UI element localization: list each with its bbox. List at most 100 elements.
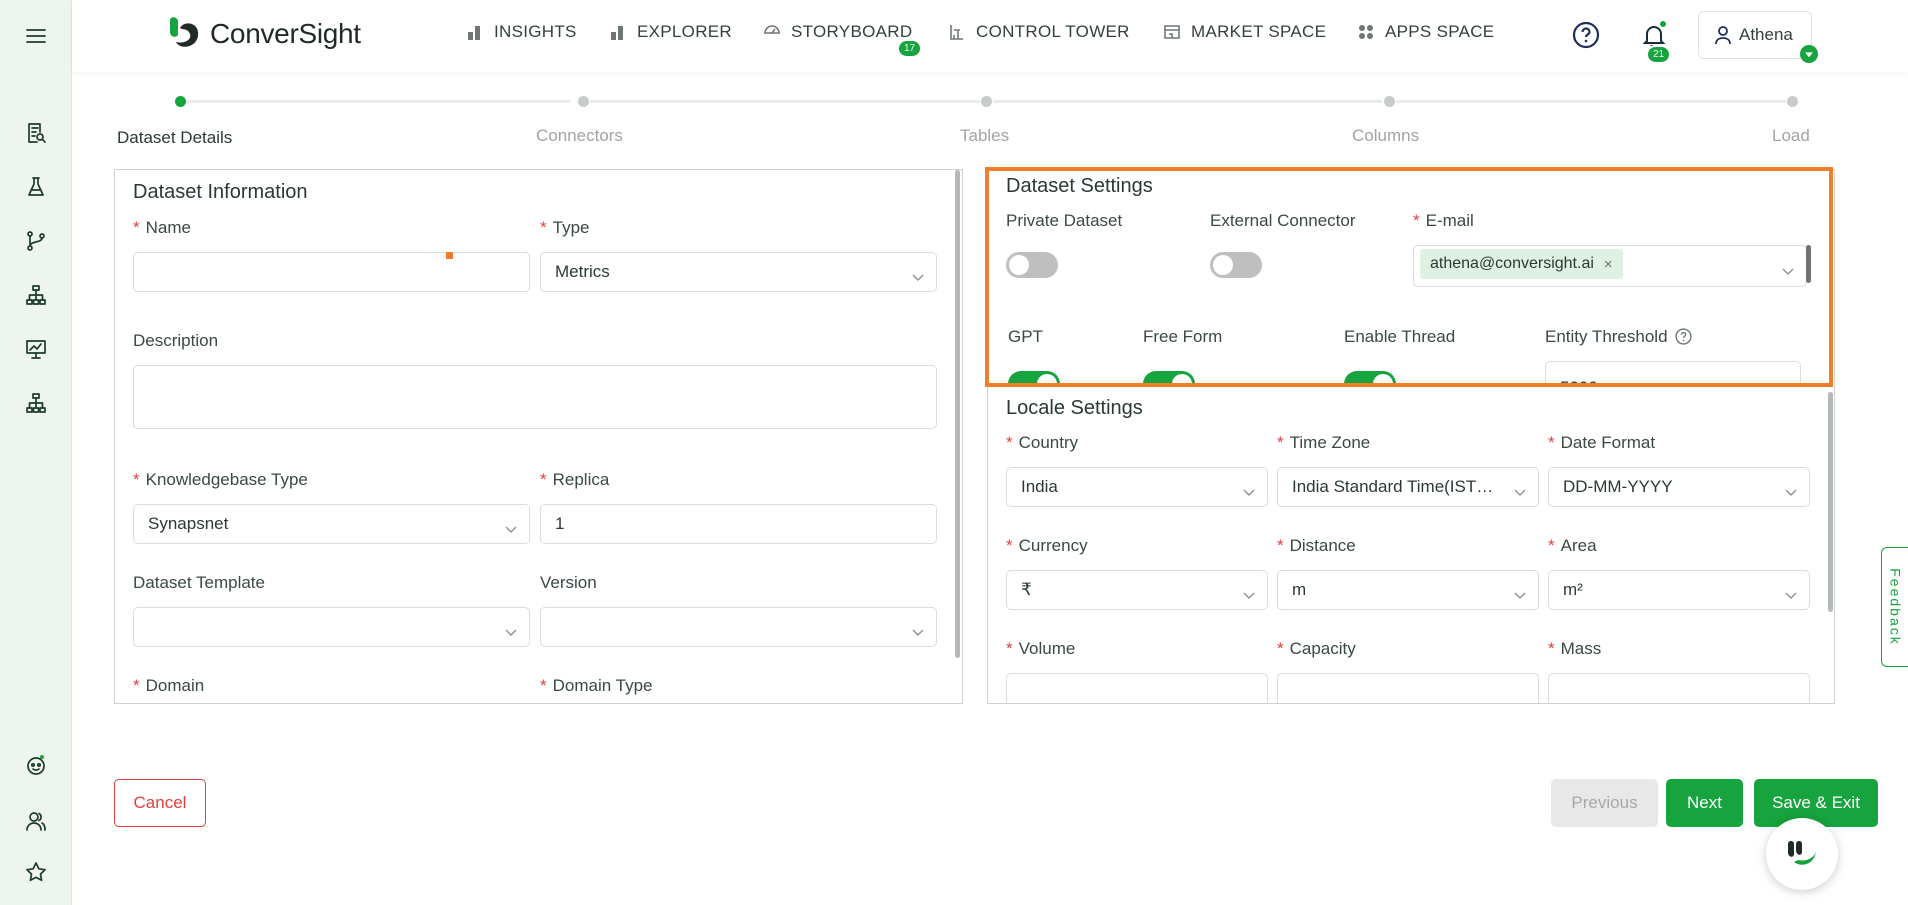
area-value: m² bbox=[1563, 580, 1583, 599]
star-icon[interactable] bbox=[22, 858, 50, 886]
nav-market-space[interactable]: MARKET SPACE bbox=[1163, 22, 1326, 42]
step-label-connectors[interactable]: Connectors bbox=[536, 126, 623, 146]
org-chart-icon[interactable] bbox=[22, 389, 50, 417]
chevron-down-icon bbox=[1785, 585, 1797, 599]
kb-type-label: * Knowledgebase Type bbox=[133, 470, 308, 490]
volume-label: * Volume bbox=[1006, 639, 1075, 659]
nav-explorer[interactable]: EXPLORER bbox=[609, 22, 732, 42]
chevron-down-icon bbox=[912, 622, 924, 636]
dropdown-caret-icon bbox=[1800, 45, 1818, 63]
step-label-tables[interactable]: Tables bbox=[960, 126, 1009, 146]
top-navigation-bar: ConverSight INSIGHTS EXPLORER STORYBOARD… bbox=[72, 0, 1908, 72]
remove-chip-icon[interactable]: × bbox=[1604, 256, 1613, 273]
email-list-scrollbar[interactable] bbox=[1806, 245, 1811, 283]
step-label-dataset-details[interactable]: Dataset Details bbox=[117, 128, 232, 148]
hamburger-menu-icon[interactable] bbox=[22, 22, 50, 50]
name-label: * Name bbox=[133, 218, 191, 238]
users-icon[interactable] bbox=[22, 807, 50, 835]
step-dot-load[interactable] bbox=[1787, 96, 1798, 107]
required-marker: * bbox=[540, 470, 547, 489]
required-marker: * bbox=[1277, 536, 1284, 555]
email-label: * E-mail bbox=[1413, 211, 1474, 231]
type-select[interactable]: Metrics bbox=[540, 252, 937, 292]
feedback-label: Feedback bbox=[1887, 568, 1904, 646]
gpt-label: GPT bbox=[1008, 327, 1043, 346]
capacity-select[interactable] bbox=[1277, 673, 1539, 703]
step-dot-tables[interactable] bbox=[981, 96, 992, 107]
branch-icon[interactable] bbox=[22, 227, 50, 255]
cancel-button[interactable]: Cancel bbox=[114, 779, 206, 827]
hierarchy-icon[interactable] bbox=[22, 281, 50, 309]
knowledgebase-type-select[interactable]: Synapsnet bbox=[133, 504, 530, 544]
dataset-template-select[interactable] bbox=[133, 607, 530, 647]
nav-control-tower[interactable]: CONTROL TOWER bbox=[948, 22, 1130, 42]
chevron-down-icon bbox=[1785, 482, 1797, 496]
date-format-select[interactable]: DD-MM-YYYY bbox=[1548, 467, 1810, 507]
flask-icon[interactable] bbox=[22, 173, 50, 201]
next-button[interactable]: Next bbox=[1666, 779, 1743, 827]
version-select[interactable] bbox=[540, 607, 937, 647]
required-marker: * bbox=[1006, 639, 1013, 658]
kb-type-label-text: Knowledgebase Type bbox=[145, 470, 308, 489]
step-dot-dataset-details[interactable] bbox=[175, 96, 186, 107]
date-format-value: DD-MM-YYYY bbox=[1563, 477, 1673, 496]
nav-storyboard[interactable]: STORYBOARD 17 bbox=[763, 22, 923, 58]
user-menu-button[interactable]: Athena bbox=[1698, 11, 1818, 63]
step-connector-line bbox=[185, 100, 570, 103]
nav-market-space-label: MARKET SPACE bbox=[1191, 22, 1327, 41]
feedback-tab[interactable]: Feedback bbox=[1881, 547, 1908, 667]
nav-insights[interactable]: INSIGHTS bbox=[466, 22, 577, 42]
date-format-label-text: Date Format bbox=[1560, 433, 1656, 452]
mass-label: * Mass bbox=[1548, 639, 1601, 659]
step-dot-columns[interactable] bbox=[1384, 96, 1395, 107]
notification-bell-icon[interactable]: 21 bbox=[1639, 20, 1672, 64]
report-search-icon[interactable] bbox=[22, 119, 50, 147]
info-help-icon[interactable] bbox=[1675, 328, 1692, 345]
replica-input[interactable]: 1 bbox=[540, 504, 937, 544]
app-root: ConverSight INSIGHTS EXPLORER STORYBOARD… bbox=[0, 0, 1908, 905]
presentation-chart-icon[interactable] bbox=[22, 335, 50, 363]
required-marker: * bbox=[540, 218, 547, 237]
panel-scrollbar[interactable] bbox=[955, 170, 960, 658]
area-select[interactable]: m² bbox=[1548, 570, 1810, 610]
step-connector-line bbox=[1396, 100, 1786, 103]
bar-chart-icon bbox=[468, 26, 480, 40]
locale-settings-section: Locale Settings * Country India * Time Zon… bbox=[988, 386, 1834, 703]
nav-explorer-label: EXPLORER bbox=[637, 22, 732, 41]
description-textarea[interactable] bbox=[133, 365, 937, 429]
type-label-text: Type bbox=[552, 218, 590, 237]
private-dataset-toggle[interactable] bbox=[1006, 252, 1058, 278]
time-zone-select[interactable]: India Standard Time(IST… bbox=[1277, 467, 1539, 507]
distance-select[interactable]: m bbox=[1277, 570, 1539, 610]
private-dataset-label: Private Dataset bbox=[1006, 211, 1123, 230]
required-marker: * bbox=[133, 676, 140, 695]
previous-button[interactable]: Previous bbox=[1551, 779, 1658, 827]
panel-scrollbar[interactable] bbox=[1828, 392, 1833, 612]
chevron-down-icon bbox=[505, 622, 517, 636]
chat-assistant-button[interactable] bbox=[1766, 818, 1838, 890]
step-label-columns[interactable]: Columns bbox=[1352, 126, 1419, 146]
step-dot-connectors[interactable] bbox=[578, 96, 589, 107]
brand-logo[interactable]: ConverSight bbox=[164, 14, 361, 54]
chevron-down-icon bbox=[1243, 585, 1255, 599]
step-label-load[interactable]: Load bbox=[1772, 126, 1810, 146]
enable-thread-label: Enable Thread bbox=[1344, 327, 1456, 346]
mass-select[interactable] bbox=[1548, 673, 1810, 703]
save-exit-button[interactable]: Save & Exit bbox=[1754, 779, 1878, 827]
domain-label: * Domain bbox=[133, 676, 204, 696]
kb-type-value: Synapsnet bbox=[148, 514, 229, 533]
currency-select[interactable]: ₹ bbox=[1006, 570, 1268, 610]
required-marker: * bbox=[1548, 433, 1555, 452]
bar-chart-icon bbox=[611, 26, 623, 40]
assistant-bot-icon[interactable] bbox=[22, 751, 50, 779]
volume-select[interactable] bbox=[1006, 673, 1268, 703]
domain-label-text: Domain bbox=[145, 676, 205, 695]
name-input[interactable] bbox=[133, 252, 530, 292]
type-select-value: Metrics bbox=[555, 262, 610, 281]
type-label: * Type bbox=[540, 218, 589, 238]
external-connector-toggle[interactable] bbox=[1210, 252, 1262, 278]
step-connector-line bbox=[590, 100, 980, 103]
country-select[interactable]: India bbox=[1006, 467, 1268, 507]
nav-apps-space[interactable]: APPS SPACE bbox=[1357, 22, 1494, 42]
help-icon[interactable] bbox=[1571, 20, 1601, 50]
